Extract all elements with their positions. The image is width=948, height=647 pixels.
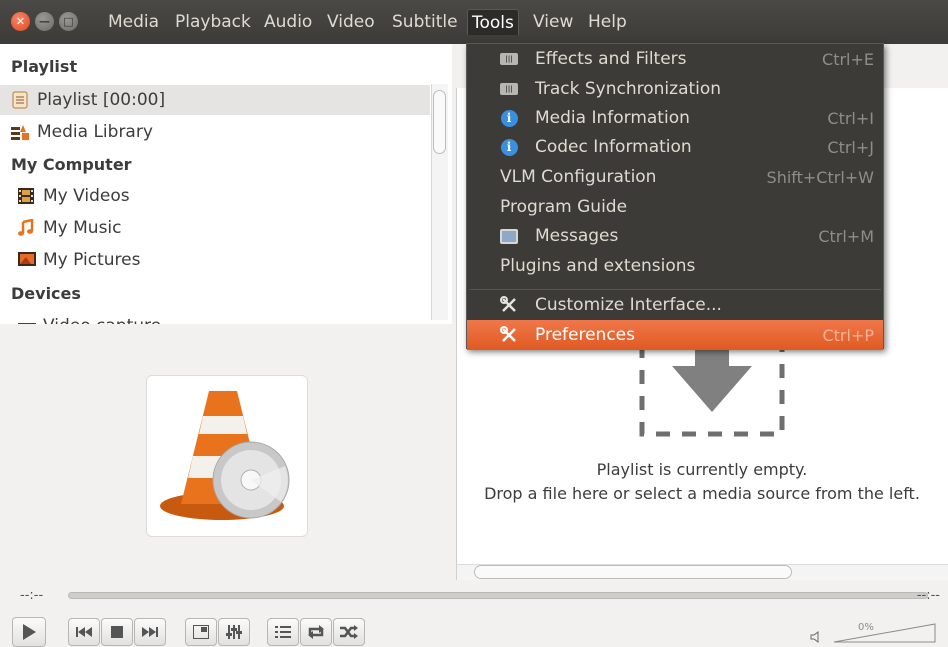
playlist-empty-hint: Drop a file here or select a media sourc… [484, 484, 920, 503]
volume-slider[interactable] [832, 622, 937, 644]
equalizer-icon: ||| [500, 80, 518, 98]
playlist-toggle-icon [275, 626, 291, 638]
equalizer-sliders-icon [226, 625, 242, 639]
menu-tools[interactable]: Tools [467, 9, 519, 35]
sidebar-item-label: Playlist [00:00] [37, 90, 166, 110]
menu-bar: ✕ — □ Media Playback Audio Video Subtitl… [0, 0, 948, 44]
menu-item-vlm-configuration[interactable]: VLM Configuration Shift+Ctrl+W [467, 162, 883, 192]
next-button[interactable] [134, 618, 166, 646]
sidebar-item-label: My Videos [43, 186, 130, 206]
minimize-window-button[interactable]: — [35, 12, 54, 31]
sidebar-item-video-capture[interactable]: Video capture [0, 310, 430, 324]
sidebar-header-devices: Devices [11, 284, 81, 303]
shuffle-button[interactable] [333, 618, 365, 646]
play-icon [23, 624, 36, 640]
menu-item-customize-interface[interactable]: Customize Interface... [467, 290, 883, 320]
fullscreen-icon [193, 625, 209, 639]
close-window-button[interactable]: ✕ [11, 12, 30, 31]
album-art [146, 375, 308, 537]
terminal-icon [500, 227, 518, 245]
menu-item-track-synchronization[interactable]: ||| Track Synchronization [467, 74, 883, 104]
tools-icon [500, 326, 518, 344]
sidebar-item-label: Media Library [37, 122, 153, 142]
sidebar-item-label: My Music [43, 218, 122, 238]
next-icon [142, 627, 158, 637]
tools-dropdown-menu: ||| Effects and Filters Ctrl+E ||| Track… [466, 43, 884, 350]
capture-icon [17, 317, 36, 324]
loop-icon [308, 625, 324, 639]
menu-view[interactable]: View [529, 9, 577, 35]
sidebar-item-my-videos[interactable]: My Videos [0, 181, 430, 211]
fullscreen-button[interactable] [185, 618, 217, 646]
extended-settings-button[interactable] [218, 618, 250, 646]
menu-item-program-guide[interactable]: Program Guide [467, 192, 883, 222]
equalizer-icon: ||| [500, 50, 518, 68]
sidebar-item-my-music[interactable]: My Music [0, 213, 430, 243]
elapsed-time: --:-- [20, 588, 44, 603]
info-icon: i [500, 138, 518, 156]
picture-icon [17, 251, 36, 269]
previous-button[interactable] [68, 618, 100, 646]
menu-playback[interactable]: Playback [171, 9, 255, 35]
sidebar: Playlist Playlist [00:00] Media Library … [0, 44, 452, 324]
menu-audio[interactable]: Audio [260, 9, 316, 35]
menu-item-codec-information[interactable]: i Codec Information Ctrl+J [467, 132, 883, 162]
toggle-playlist-button[interactable] [267, 618, 299, 646]
loop-button[interactable] [300, 618, 332, 646]
sidebar-header-my-computer: My Computer [11, 155, 132, 174]
playlist-icon [11, 91, 29, 109]
menu-video[interactable]: Video [323, 9, 379, 35]
menu-media[interactable]: Media [104, 9, 163, 35]
info-icon: i [500, 109, 518, 127]
sidebar-item-label: Video capture [43, 316, 161, 324]
sidebar-header-playlist: Playlist [11, 57, 78, 76]
playlist-empty-message: Playlist is currently empty. [596, 460, 808, 479]
music-note-icon [17, 218, 35, 237]
menu-item-media-information[interactable]: i Media Information Ctrl+I [467, 103, 883, 133]
sidebar-scrollbar-thumb[interactable] [433, 90, 446, 154]
maximize-window-button[interactable]: □ [59, 12, 78, 31]
menu-item-plugins-and-extensions[interactable]: Plugins and extensions [467, 251, 883, 281]
film-icon [17, 187, 35, 205]
stop-icon [111, 626, 123, 638]
menu-help[interactable]: Help [584, 9, 631, 35]
menu-subtitle[interactable]: Subtitle [388, 9, 462, 35]
menu-item-messages[interactable]: Messages Ctrl+M [467, 221, 883, 251]
sidebar-item-playlist[interactable]: Playlist [00:00] [0, 85, 430, 115]
vlc-cone-logo [160, 391, 290, 520]
previous-icon [76, 627, 92, 637]
tools-icon [500, 296, 518, 314]
speaker-icon[interactable] [810, 630, 824, 647]
menu-item-preferences[interactable]: Preferences Ctrl+P [467, 320, 883, 350]
media-library-icon [11, 123, 29, 141]
playlist-horizontal-scrollbar-thumb[interactable] [474, 565, 792, 579]
menu-item-effects-and-filters[interactable]: ||| Effects and Filters Ctrl+E [467, 44, 883, 74]
shuffle-icon [340, 625, 358, 639]
sidebar-item-media-library[interactable]: Media Library [0, 117, 430, 147]
sidebar-item-my-pictures[interactable]: My Pictures [0, 245, 430, 275]
sidebar-item-label: My Pictures [43, 250, 141, 270]
seek-slider[interactable] [68, 592, 928, 599]
total-time: --:-- [916, 588, 940, 603]
stop-button[interactable] [101, 618, 133, 646]
play-button[interactable] [12, 617, 46, 647]
